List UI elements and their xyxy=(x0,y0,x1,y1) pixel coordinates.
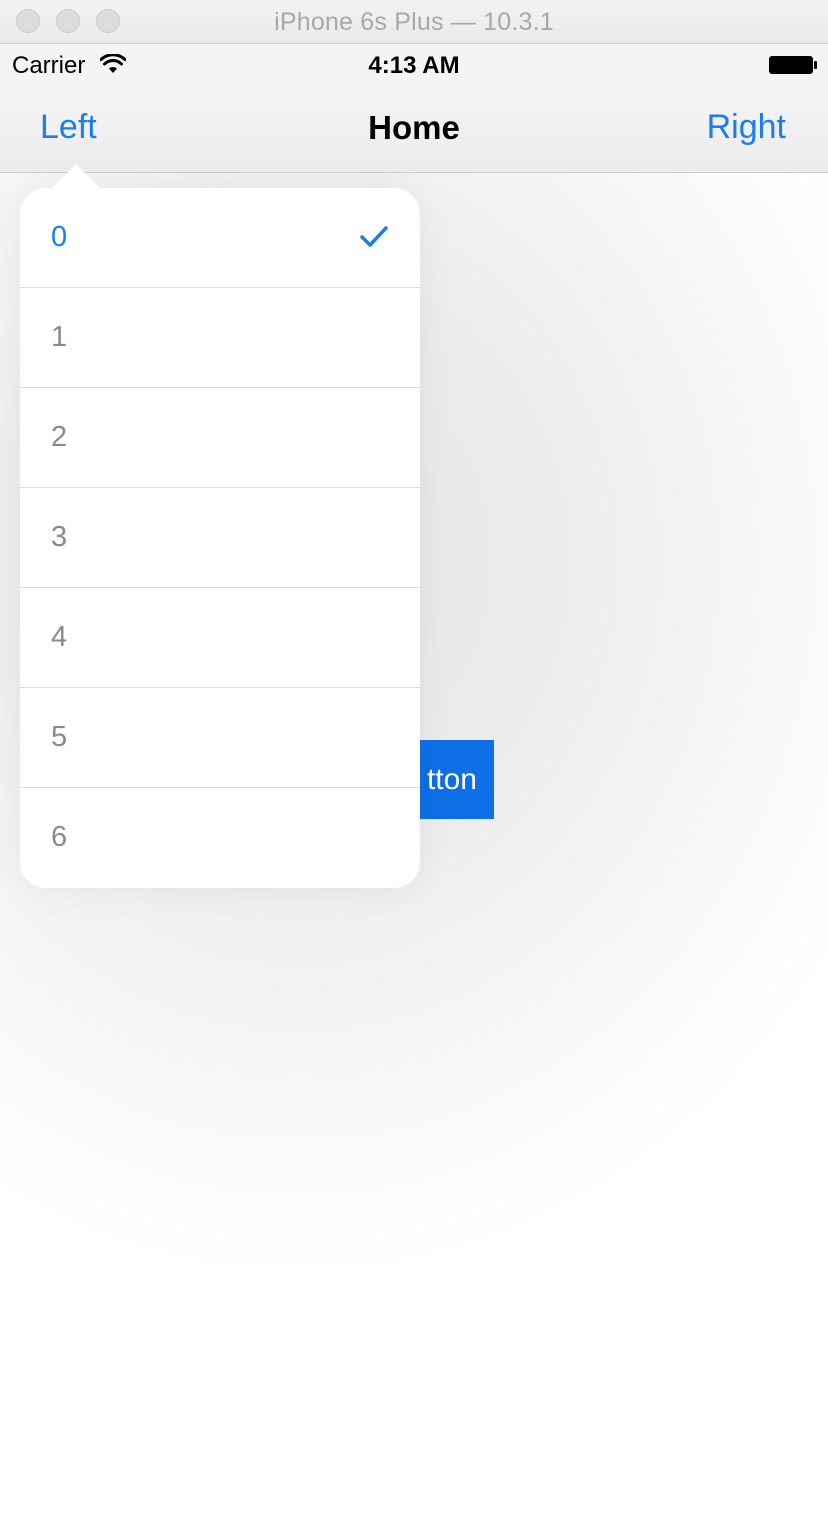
window-title: iPhone 6s Plus — 10.3.1 xyxy=(274,8,554,36)
status-bar: Carrier 4:13 AM xyxy=(0,44,828,86)
status-clock: 4:13 AM xyxy=(368,52,460,79)
nav-title: Home xyxy=(368,109,460,146)
menu-item[interactable]: 6 xyxy=(20,788,420,888)
menu-item[interactable]: 5 xyxy=(20,688,420,788)
simulator-window: iPhone 6s Plus — 10.3.1 Carrier 4:13 AM … xyxy=(0,0,828,1516)
menu-item-label: 6 xyxy=(51,821,68,853)
content-button-label: tton xyxy=(426,763,477,796)
navigation-bar: Left Home Right xyxy=(0,86,828,173)
menu-item[interactable]: 1 xyxy=(20,288,420,388)
checkmark-icon xyxy=(360,226,388,247)
right-bar-button[interactable]: Right xyxy=(707,108,786,147)
menu-item-label: 1 xyxy=(51,321,68,353)
menu-item-label: 5 xyxy=(51,721,68,753)
popover-menu: 0 1 2 3 4 5 6 xyxy=(20,188,420,888)
popover-arrow xyxy=(52,164,100,188)
menu-item-label: 2 xyxy=(51,421,68,453)
battery-icon xyxy=(769,56,817,74)
menu-item[interactable]: 3 xyxy=(20,488,420,588)
window-title-bar: iPhone 6s Plus — 10.3.1 xyxy=(0,0,828,44)
menu-item-label: 3 xyxy=(51,521,68,553)
menu-item-label: 0 xyxy=(51,221,68,253)
menu-item[interactable]: 2 xyxy=(20,388,420,488)
menu-item-label: 4 xyxy=(51,621,68,653)
menu-item[interactable]: 4 xyxy=(20,588,420,688)
menu-item[interactable]: 0 xyxy=(20,188,420,288)
